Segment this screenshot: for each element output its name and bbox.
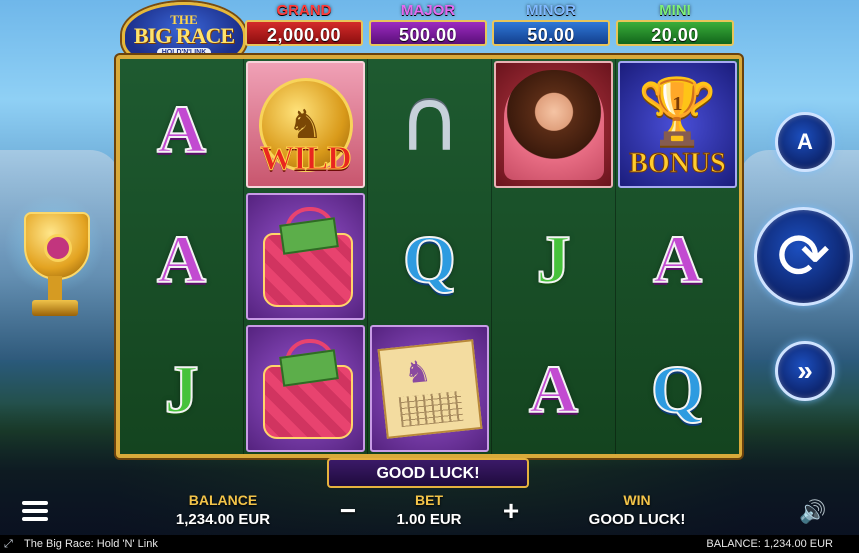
symbol-a: A — [652, 220, 703, 297]
jackpot-minor: MINOR 50.00 — [490, 3, 612, 48]
bet-value: 1.00 EUR — [396, 511, 462, 528]
symbol-cell: Q — [370, 195, 489, 322]
symbol-cell: J — [122, 325, 241, 452]
jackpot-minor-name: MINOR — [526, 2, 576, 19]
symbol-a: A — [156, 220, 207, 297]
bonus-cup-number: 1 — [672, 92, 683, 115]
symbol-horseshoe: ∪ — [370, 65, 489, 192]
jackpot-grand: GRAND 2,000.00 — [243, 3, 365, 48]
bonus-trophy-icon: 🏆 1 — [638, 79, 718, 143]
sound-button[interactable]: 🔊 — [799, 499, 827, 525]
balance-value: 1,234.00 EUR — [175, 511, 271, 528]
symbol-cell: A — [122, 195, 241, 322]
symbol-cell: A — [494, 325, 613, 452]
bet-increase-button[interactable]: + — [499, 497, 523, 525]
symbol-a: A — [156, 90, 207, 167]
jackpot-major: MAJOR 500.00 — [367, 3, 489, 48]
reel-1: A A J — [120, 59, 244, 454]
reel-4: J A — [492, 59, 616, 454]
trophy-icon — [4, 194, 104, 330]
symbol-wild: ♞ WILD — [246, 61, 365, 188]
symbol-lady — [494, 61, 613, 188]
speaker-icon: 🔊 — [799, 499, 827, 524]
handbag-icon — [262, 338, 353, 439]
menu-icon — [22, 501, 48, 521]
symbol-a: A — [528, 350, 579, 427]
race-program-icon: ♞ — [377, 338, 482, 439]
symbol-q: Q — [402, 220, 457, 297]
reel-3: ∪ Q ♞ — [368, 59, 492, 454]
symbol-j: J — [164, 350, 200, 427]
symbol-cell: A — [618, 195, 737, 322]
symbol-q: Q — [650, 350, 705, 427]
symbol-j: J — [536, 220, 572, 297]
win-label: WIN — [623, 492, 651, 508]
status-bar: ⤢ The Big Race: Hold 'N' Link BALANCE: 1… — [0, 535, 859, 553]
plus-icon: + — [502, 495, 520, 526]
lady-portrait-icon — [503, 69, 604, 180]
status-balance: BALANCE: 1,234.00 EUR — [706, 538, 833, 550]
symbol-cell: J — [494, 195, 613, 322]
message-banner: GOOD LUCK! — [327, 458, 529, 488]
jackpot-mini: MINI 20.00 — [614, 3, 736, 48]
spin-button[interactable]: ⟳ — [754, 207, 853, 306]
horseshoe-icon: ∪ — [398, 80, 461, 177]
logo-line2: BIG RACE — [133, 22, 235, 48]
jackpot-major-value: 500.00 — [369, 20, 487, 46]
jackpot-grand-value: 2,000.00 — [245, 20, 363, 46]
reel-2: ♞ WILD — [244, 59, 368, 454]
symbol-bonus: 🏆 1 BONUS — [618, 61, 737, 188]
jackpot-minor-value: 50.00 — [492, 20, 610, 46]
turbo-button[interactable]: » — [775, 341, 835, 401]
bet-decrease-button[interactable]: − — [336, 497, 360, 525]
turbo-icon: » — [797, 355, 813, 386]
game-title: The Big Race: Hold 'N' Link — [24, 538, 158, 550]
horseshoe-emblem-icon — [44, 234, 72, 262]
jackpot-mini-name: MINI — [659, 2, 691, 19]
expand-icon[interactable]: ⤢ — [4, 535, 18, 553]
autoplay-button[interactable]: A — [775, 112, 835, 172]
spin-icon: ⟳ — [776, 220, 831, 292]
symbol-cell: Q — [618, 325, 737, 452]
menu-button[interactable] — [22, 498, 48, 524]
jackpot-mini-value: 20.00 — [616, 20, 734, 46]
balance-label: BALANCE — [188, 492, 258, 508]
reel-grid: A A J ♞ WILD ∪ Q ♞ J A 🏆 1 BONUS A Q — [116, 55, 742, 458]
reel-5: 🏆 1 BONUS A Q — [616, 59, 739, 454]
handbag-icon — [262, 206, 353, 307]
symbol-handbag — [246, 325, 365, 452]
jackpot-major-name: MAJOR — [400, 2, 456, 19]
symbol-handbag — [246, 193, 365, 320]
bet-label: BET — [415, 492, 443, 508]
wild-label: WILD — [260, 140, 352, 178]
symbol-cell: A — [122, 65, 241, 192]
win-value: GOOD LUCK! — [588, 511, 686, 528]
autoplay-icon: A — [797, 129, 813, 154]
minus-icon: − — [339, 495, 357, 526]
symbol-race-program: ♞ — [370, 325, 489, 452]
jackpot-grand-name: GRAND — [276, 2, 332, 19]
bonus-label: BONUS — [629, 148, 726, 180]
